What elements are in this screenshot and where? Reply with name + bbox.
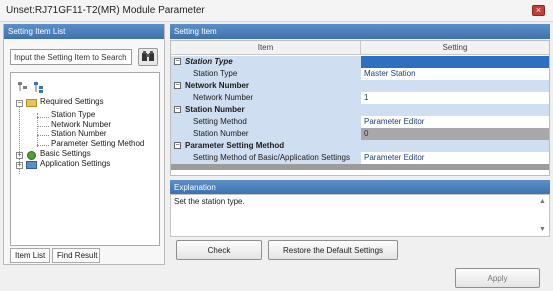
setting-value-disabled: 0 <box>361 128 549 140</box>
setting-value[interactable]: Parameter Editor <box>361 152 549 164</box>
tree-connector <box>37 135 49 136</box>
settings-tree: − Required Settings Station Type Network… <box>10 72 160 246</box>
scroll-down-icon[interactable]: ▼ <box>539 226 546 233</box>
setting-cell <box>361 104 549 116</box>
table-row[interactable]: Setting Method of Basic/Application Sett… <box>171 152 549 164</box>
application-settings-icon <box>26 161 37 169</box>
table-row[interactable]: Station Number 0 <box>171 128 549 140</box>
tree-item-station-number[interactable]: Station Number <box>51 129 107 138</box>
horizontal-scrollbar[interactable] <box>171 164 549 170</box>
table-row: Station Number − <box>171 104 549 116</box>
scroll-up-icon[interactable]: ▲ <box>539 198 546 205</box>
expand-toggle[interactable]: + <box>16 152 23 159</box>
table-row: Station Type − <box>171 56 549 68</box>
item-label: Station Number <box>171 128 361 140</box>
search-button[interactable] <box>138 48 158 66</box>
tab-item-list[interactable]: Item List <box>10 248 50 263</box>
parameter-grid: Item Setting Station Type − Station Type… <box>170 40 550 176</box>
category-label: Network Number <box>171 80 361 92</box>
table-row[interactable]: Setting Method Parameter Editor <box>171 116 549 128</box>
collapse-toggle[interactable]: − <box>174 142 181 149</box>
title-bar: Unset:RJ71GF11-T2(MR) Module Parameter × <box>0 0 553 22</box>
tree-connector <box>37 117 49 118</box>
tree-item-parameter-setting-method[interactable]: Parameter Setting Method <box>51 139 144 148</box>
category-label: Station Type <box>171 56 361 68</box>
window-title: Unset:RJ71GF11-T2(MR) Module Parameter <box>6 5 205 16</box>
close-icon: × <box>535 5 542 15</box>
tree-connector <box>37 145 49 146</box>
setting-cell <box>361 80 549 92</box>
category-label: Station Number <box>171 104 361 116</box>
search-input[interactable] <box>10 49 132 65</box>
tree-connector <box>37 126 49 127</box>
close-button[interactable]: × <box>532 5 545 16</box>
column-header-setting: Setting <box>361 41 549 55</box>
setting-item-header: Setting Item <box>170 24 550 39</box>
explanation-box: Set the station type. ▲ ▼ <box>170 194 550 237</box>
gear-icon <box>27 151 36 160</box>
item-label: Network Number <box>171 92 361 104</box>
tree-item-basic-settings[interactable]: Basic Settings <box>40 149 91 158</box>
setting-value[interactable]: Master Station <box>361 68 549 80</box>
item-label: Setting Method of Basic/Application Sett… <box>171 152 361 164</box>
tree-item-station-type[interactable]: Station Type <box>51 110 95 119</box>
tab-find-result[interactable]: Find Result <box>52 248 100 263</box>
folder-open-icon <box>26 99 37 107</box>
table-row[interactable]: Station Type Master Station <box>171 68 549 80</box>
apply-button[interactable]: Apply <box>455 268 540 288</box>
tree-item-network-number[interactable]: Network Number <box>51 120 111 129</box>
setting-cell <box>361 140 549 152</box>
setting-value[interactable]: 1 <box>361 92 549 104</box>
expand-collapse-icon[interactable] <box>17 81 47 93</box>
setting-value[interactable]: Parameter Editor <box>361 116 549 128</box>
setting-item-list-header: Setting Item List <box>4 24 164 39</box>
item-label: Station Type <box>171 68 361 80</box>
tree-connector <box>37 113 38 147</box>
restore-defaults-button[interactable]: Restore the Default Settings <box>268 240 398 260</box>
table-row: Parameter Setting Method − <box>171 140 549 152</box>
table-row: Network Number − <box>171 80 549 92</box>
column-header-item: Item <box>171 41 361 55</box>
item-label: Setting Method <box>171 116 361 128</box>
collapse-toggle[interactable]: − <box>174 82 181 89</box>
collapse-toggle[interactable]: − <box>16 100 23 107</box>
explanation-text: Set the station type. <box>174 197 245 206</box>
table-row[interactable]: Network Number 1 <box>171 92 549 104</box>
tree-item-required-settings[interactable]: Required Settings <box>40 97 104 106</box>
check-button[interactable]: Check <box>176 240 262 260</box>
tree-item-application-settings[interactable]: Application Settings <box>40 159 110 168</box>
binoculars-icon <box>142 51 154 61</box>
explanation-header: Explanation <box>170 180 550 194</box>
category-label: Parameter Setting Method <box>171 140 361 152</box>
expand-toggle[interactable]: + <box>16 162 23 169</box>
collapse-toggle[interactable]: − <box>174 58 181 65</box>
collapse-toggle[interactable]: − <box>174 106 181 113</box>
setting-cell <box>361 56 549 68</box>
